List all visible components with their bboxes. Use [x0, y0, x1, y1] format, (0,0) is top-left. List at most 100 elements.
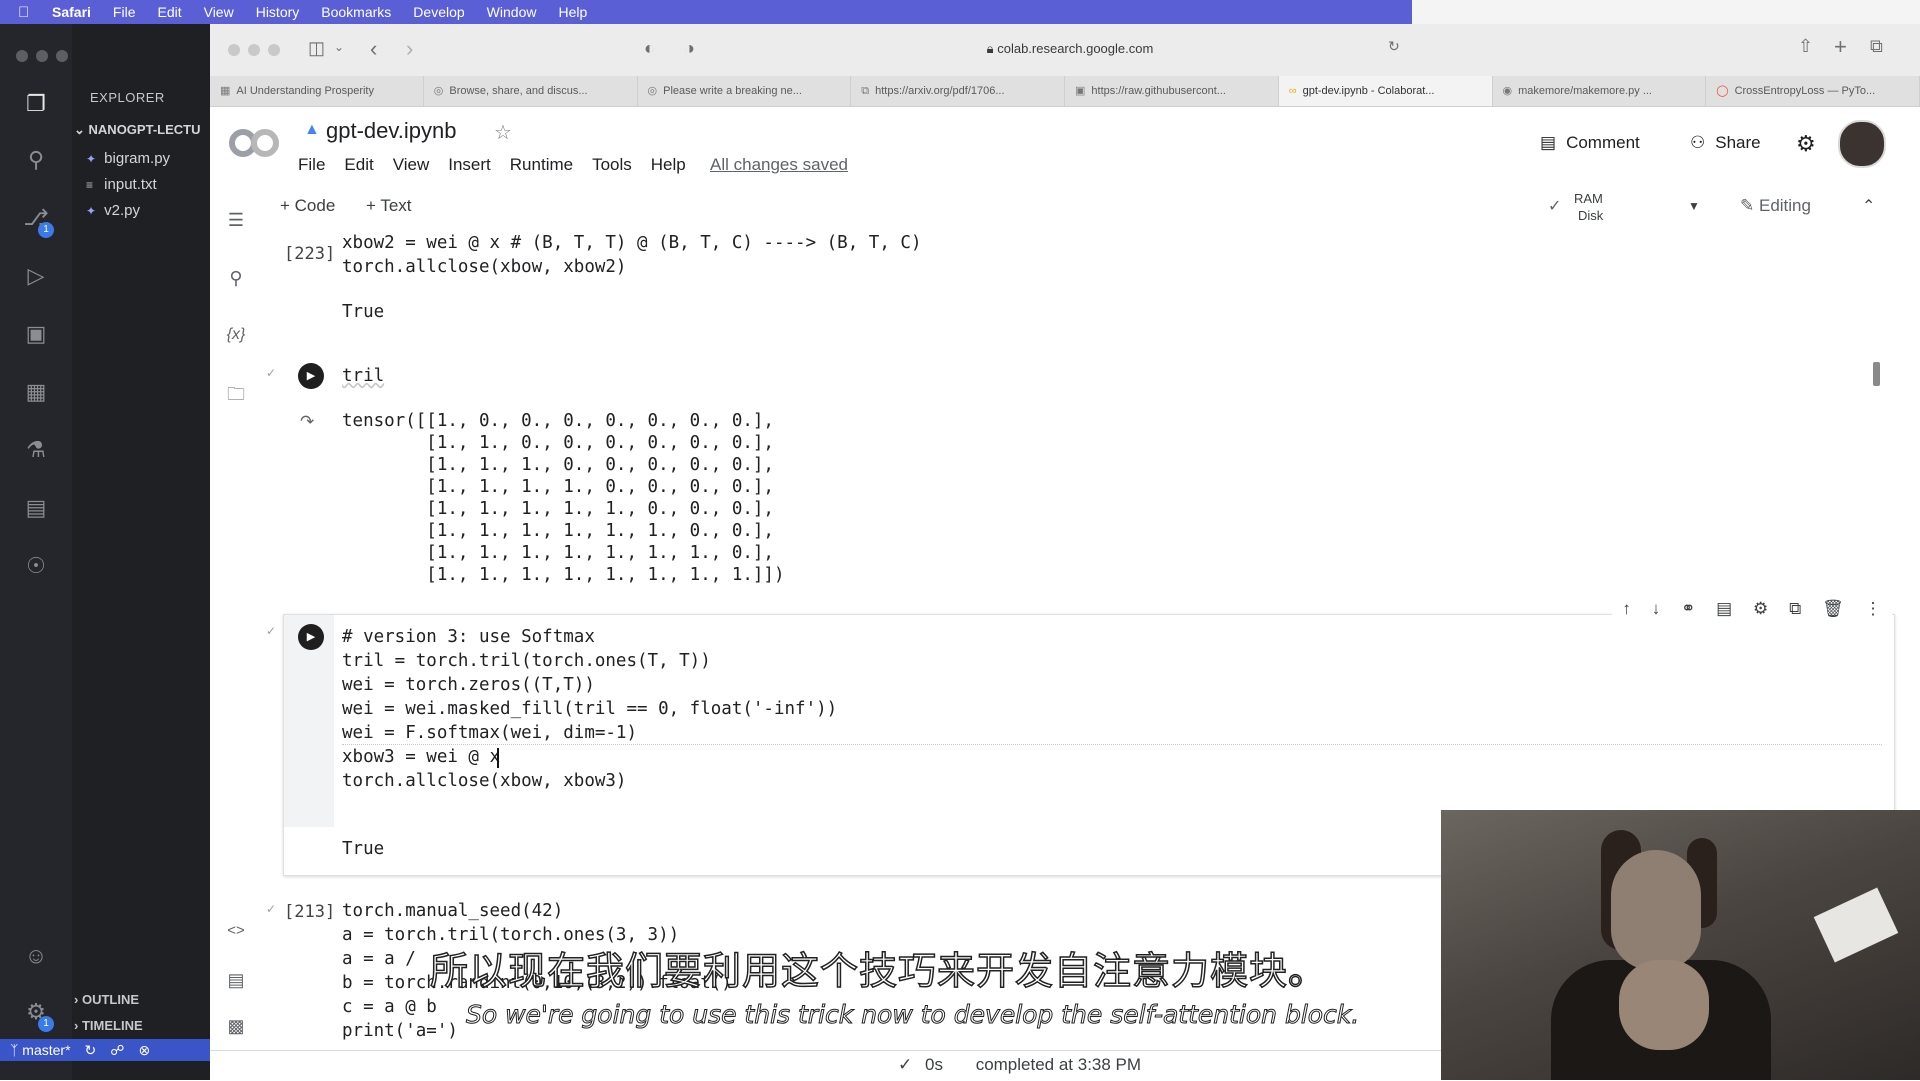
- scrollbar-thumb[interactable]: [1873, 362, 1880, 386]
- new-tab-icon[interactable]: +: [1834, 34, 1847, 60]
- code-line[interactable]: tril: [342, 364, 384, 388]
- window-zoom-dot[interactable]: [56, 50, 68, 62]
- chevron-up-icon[interactable]: ⌃: [1862, 196, 1875, 216]
- python-env-icon[interactable]: ☍: [110, 1042, 124, 1059]
- address-bar[interactable]: 🔒︎ colab.research.google.com: [730, 32, 1410, 66]
- save-status[interactable]: All changes saved: [710, 155, 848, 175]
- share-button[interactable]: ⚇ Share: [1690, 133, 1761, 153]
- menu-file[interactable]: File: [113, 4, 136, 20]
- table-of-contents-icon[interactable]: ☰: [226, 210, 246, 231]
- editing-mode-button[interactable]: ✎ Editing: [1740, 196, 1811, 216]
- code-line[interactable]: wei = torch.zeros((T,T)): [342, 673, 595, 697]
- files-icon[interactable]: ❐: [22, 90, 50, 118]
- colab-logo[interactable]: [228, 126, 280, 160]
- notebook-title[interactable]: gpt-dev.ipynb: [326, 118, 456, 144]
- window-close-dot[interactable]: [16, 50, 28, 62]
- menu-safari[interactable]: Safari: [52, 4, 91, 20]
- search-icon[interactable]: ⚲: [226, 268, 246, 289]
- tab-2[interactable]: ◎ Please write a breaking ne...: [638, 76, 852, 106]
- gear-icon[interactable]: ⚙: [1753, 599, 1768, 619]
- privacy-report-icon[interactable]: ◐: [644, 38, 655, 59]
- menu-help[interactable]: Help: [558, 4, 587, 20]
- colab-menu-file[interactable]: File: [298, 155, 325, 175]
- move-up-icon[interactable]: ↑: [1622, 599, 1631, 619]
- share-icon[interactable]: ⇧: [1798, 36, 1813, 57]
- file-v2[interactable]: ✦ v2.py: [86, 202, 140, 219]
- safari-close-dot[interactable]: [228, 44, 240, 56]
- avatar[interactable]: [1838, 120, 1886, 168]
- colab-menu-insert[interactable]: Insert: [448, 155, 491, 175]
- tab-overview-icon[interactable]: ⧉: [1870, 36, 1883, 57]
- more-icon[interactable]: ⋮: [1865, 599, 1882, 619]
- run-debug-icon[interactable]: ▷: [22, 262, 50, 290]
- add-text-button[interactable]: + Text: [366, 196, 412, 216]
- testing-icon[interactable]: ⚗: [22, 436, 50, 464]
- tab-0[interactable]: ▦ AI Understanding Prosperity: [210, 76, 424, 106]
- search-icon[interactable]: ⚲: [22, 146, 50, 174]
- tab-6[interactable]: ◉ makemore/makemore.py ...: [1493, 76, 1707, 106]
- outline-section[interactable]: › OUTLINE: [74, 992, 139, 1007]
- colab-menu-view[interactable]: View: [393, 155, 430, 175]
- workspace-folder[interactable]: ⌄ NANOGPT-LECTU: [74, 122, 200, 138]
- timeline-section[interactable]: › TIMELINE: [74, 1018, 143, 1033]
- chevron-down-icon[interactable]: ⌄: [334, 40, 344, 54]
- window-minimize-dot[interactable]: [36, 50, 48, 62]
- output-icon[interactable]: ↷: [300, 412, 314, 432]
- tab-4[interactable]: ▣ https://raw.githubusercont...: [1065, 76, 1279, 106]
- code-line[interactable]: wei = F.softmax(wei, dim=-1): [342, 721, 637, 745]
- execution-status[interactable]: ✓ 0s completed at 3:38 PM: [898, 1055, 1141, 1075]
- code-line[interactable]: # version 3: use Softmax: [342, 625, 595, 649]
- code-line[interactable]: tril = torch.tril(torch.ones(T, T)): [342, 649, 711, 673]
- safari-zoom-dot[interactable]: [268, 44, 280, 56]
- colab-menu-runtime[interactable]: Runtime: [510, 155, 573, 175]
- comment-button[interactable]: ▤ Comment: [1540, 133, 1640, 153]
- menu-view[interactable]: View: [204, 4, 234, 20]
- run-cell-button[interactable]: ▶: [298, 363, 324, 389]
- move-down-icon[interactable]: ↓: [1652, 599, 1661, 619]
- folder-icon[interactable]: 🗀︎: [226, 382, 246, 412]
- link-icon[interactable]: ⚭: [1681, 599, 1695, 619]
- colab-menu-edit[interactable]: Edit: [344, 155, 373, 175]
- branch-indicator[interactable]: ᛉ master*: [10, 1042, 71, 1058]
- file-bigram[interactable]: ✦ bigram.py: [86, 150, 170, 167]
- apple-icon[interactable]: : [18, 4, 38, 21]
- file-input[interactable]: ≡ input.txt: [86, 176, 157, 193]
- account-icon[interactable]: ☺: [22, 942, 50, 970]
- menu-window[interactable]: Window: [487, 4, 537, 20]
- colab-menu-tools[interactable]: Tools: [592, 155, 632, 175]
- settings-gear-icon[interactable]: ⚙: [1796, 131, 1816, 157]
- code-line[interactable]: a = a /: [342, 947, 426, 971]
- menu-edit[interactable]: Edit: [157, 4, 181, 20]
- problems-icon[interactable]: ⊗: [138, 1042, 150, 1059]
- back-icon[interactable]: ‹: [370, 36, 377, 62]
- variables-icon[interactable]: {x}: [226, 326, 246, 344]
- code-line[interactable]: xbow3 = wei @ x: [342, 745, 500, 769]
- sync-icon[interactable]: ↻: [85, 1042, 97, 1059]
- run-cell-button[interactable]: ▶: [298, 624, 324, 650]
- star-icon[interactable]: ☆: [494, 120, 512, 145]
- command-palette-icon[interactable]: ▤: [226, 970, 246, 991]
- menu-develop[interactable]: Develop: [413, 4, 464, 20]
- extensions-icon[interactable]: ▦: [22, 378, 50, 406]
- mirror-cell-icon[interactable]: ⧉: [1789, 599, 1801, 619]
- sidebar-toggle-icon[interactable]: ◫: [308, 38, 325, 59]
- comment-icon[interactable]: ▤: [1716, 599, 1732, 619]
- code-line[interactable]: torch.allclose(xbow, xbow2): [342, 255, 626, 279]
- code-line[interactable]: wei = wei.masked_fill(tril == 0, float('…: [342, 697, 837, 721]
- code-line[interactable]: torch.manual_seed(42): [342, 899, 563, 923]
- add-code-button[interactable]: + Code: [280, 196, 335, 216]
- code-snippets-icon[interactable]: <>: [226, 922, 246, 939]
- menu-bookmarks[interactable]: Bookmarks: [321, 4, 391, 20]
- tab-5[interactable]: ∞ gpt-dev.ipynb - Colaborat...: [1278, 76, 1493, 106]
- tab-3[interactable]: ⧉ https://arxiv.org/pdf/1706...: [851, 76, 1065, 106]
- code-line[interactable]: c = a @ b: [342, 995, 437, 1019]
- shield-icon[interactable]: ◑: [684, 38, 695, 59]
- delete-icon[interactable]: 🗑︎: [1822, 599, 1844, 619]
- colab-menu-help[interactable]: Help: [651, 155, 686, 175]
- notebook-icon[interactable]: ▤: [22, 494, 50, 522]
- resource-monitor[interactable]: ✓ RAM Disk ▼: [1548, 190, 1700, 224]
- code-line[interactable]: xbow2 = wei @ x # (B, T, T) @ (B, T, C) …: [342, 231, 921, 255]
- menu-history[interactable]: History: [256, 4, 300, 20]
- git-graph-icon[interactable]: ☉: [22, 552, 50, 580]
- tab-7[interactable]: ◯ CrossEntropyLoss — PyTo...: [1706, 76, 1920, 106]
